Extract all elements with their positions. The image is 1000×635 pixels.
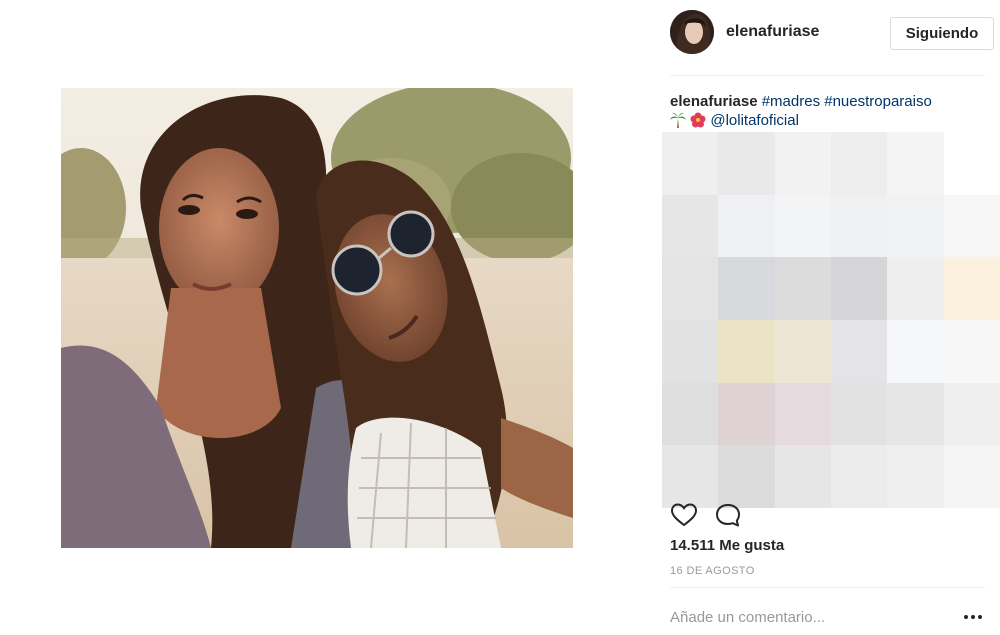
hashtag-nuestroparaiso[interactable]: #nuestroparaiso (824, 93, 932, 110)
pixelated-block (830, 445, 888, 508)
header-divider (670, 75, 985, 76)
pixelated-block (887, 257, 944, 320)
pixelated-block (718, 382, 775, 446)
pixelated-block (662, 382, 719, 446)
pixelated-block (718, 320, 775, 383)
pixelated-block (662, 132, 719, 195)
pixelated-block (887, 445, 944, 508)
pixelated-block (718, 257, 775, 320)
pixelated-block (662, 445, 719, 508)
pixelated-block (887, 132, 944, 195)
more-options-icon[interactable] (962, 609, 984, 625)
post-detail-panel: elenafuriase Siguiendo elenafuriase #mad… (660, 0, 1000, 635)
avatar[interactable] (670, 10, 714, 54)
post-date: 16 DE AGOSTO (670, 565, 755, 577)
pixelated-block (662, 320, 719, 383)
pixelated-block (718, 132, 775, 195)
pixelated-block (887, 382, 944, 446)
pixelated-block (943, 132, 1000, 195)
hibiscus-emoji (690, 112, 706, 128)
avatar-image (670, 10, 714, 54)
post-photo[interactable] (61, 88, 573, 548)
pixelated-block (887, 194, 944, 258)
comment-icon[interactable] (714, 502, 742, 528)
pixelated-block (774, 194, 831, 258)
pixelated-block (774, 132, 831, 195)
pixelated-block (830, 320, 888, 383)
pixelated-block (718, 445, 775, 508)
pixelated-block (830, 194, 888, 258)
post-photo-image (61, 88, 573, 548)
pixelated-block (830, 382, 888, 446)
hashtag-madres[interactable]: #madres (762, 93, 820, 110)
caption-author[interactable]: elenafuriase (670, 93, 758, 110)
pixelated-block (774, 257, 831, 320)
pixelated-block (774, 382, 831, 446)
mention-lolitafoficial[interactable]: @lolitafoficial (710, 112, 799, 129)
palm-tree-emoji (670, 112, 686, 128)
heart-icon[interactable] (670, 502, 698, 528)
post-header: elenafuriase Siguiendo (670, 10, 994, 56)
post-caption: elenafuriase #madres #nuestroparaiso @lo… (670, 92, 992, 130)
pixelated-block (943, 445, 1000, 508)
likes-count[interactable]: 14.511 Me gusta (670, 537, 784, 554)
pixelated-block (887, 320, 944, 383)
pixelated-block (774, 445, 831, 508)
pixelated-block (830, 132, 888, 195)
comment-divider (670, 587, 985, 588)
pixelated-block (943, 320, 1000, 383)
comment-input[interactable] (670, 606, 950, 628)
pixelated-block (943, 257, 1000, 320)
pixelated-block (943, 194, 1000, 258)
following-button[interactable]: Siguiendo (890, 17, 994, 50)
pixelated-block (662, 194, 719, 258)
pixelated-block (662, 257, 719, 320)
pixelated-block (830, 257, 888, 320)
pixelated-block (718, 194, 775, 258)
pixelated-block (943, 382, 1000, 446)
username[interactable]: elenafuriase (726, 23, 819, 41)
pixelated-block (774, 320, 831, 383)
pixelated-comments (662, 132, 1000, 508)
